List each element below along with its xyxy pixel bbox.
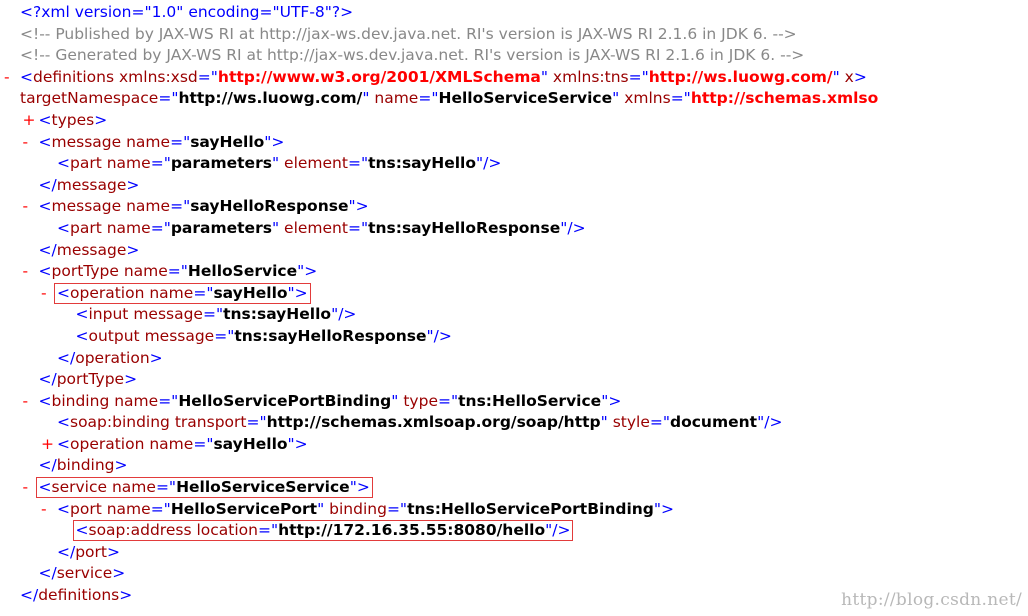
xml-line: - <message name="sayHello"> (0, 132, 1028, 154)
xml-line: targetNamespace="http://ws.luowg.com/" n… (0, 88, 1028, 110)
xml-line: </port> (0, 542, 1028, 564)
collapse-toggle[interactable]: - (23, 261, 29, 283)
xml-declaration: <?xml version="1.0" encoding="UTF-8"?> (20, 3, 354, 21)
xml-line: <input message="tns:sayHello"/> (0, 304, 1028, 326)
xml-line: <output message="tns:sayHelloResponse"/> (0, 326, 1028, 348)
collapse-toggle[interactable]: - (23, 391, 29, 413)
xml-line: <part name="parameters" element="tns:say… (0, 218, 1028, 240)
xml-line: - <definitions xmlns:xsd="http://www.w3.o… (0, 67, 1028, 89)
xml-line: + <types> (0, 110, 1028, 132)
xml-element: <binding name="HelloServicePortBinding" … (38, 391, 622, 410)
xml-line: + <operation name="sayHello"> (0, 434, 1028, 456)
xml-line: </message> (0, 175, 1028, 197)
xml-line: - <operation name="sayHello"> (0, 282, 1028, 305)
xml-element: <types> (38, 110, 108, 129)
collapse-toggle[interactable]: - (4, 67, 10, 89)
xml-close-tag: </operation> (57, 348, 163, 367)
watermark-text: http://blog.csdn.net/ (841, 590, 1022, 610)
xml-line: <soap:address location="http://172.16.35… (0, 520, 1028, 542)
collapse-toggle[interactable]: - (41, 283, 47, 305)
xml-close-tag: </binding> (38, 456, 128, 475)
xml-line: <part name="parameters" element="tns:say… (0, 153, 1028, 175)
xml-element: <service name="HelloServiceService"> (38, 478, 370, 497)
xml-element: <output message="tns:sayHelloResponse"/> (75, 326, 452, 345)
xml-line: </service> (0, 563, 1028, 585)
collapse-toggle[interactable]: - (23, 196, 29, 218)
xml-line: </operation> (0, 348, 1028, 370)
xml-element: <soap:address location="http://172.16.35… (75, 521, 571, 540)
xml-line: <!-- Generated by JAX-WS RI at http://ja… (0, 45, 1028, 67)
xml-element: <part name="parameters" element="tns:say… (57, 218, 586, 237)
xml-close-tag: </message> (38, 240, 140, 259)
xml-line: - <service name="HelloServiceService"> (0, 477, 1028, 499)
xml-line: - <port name="HelloServicePort" binding="… (0, 499, 1028, 521)
collapse-toggle[interactable]: - (41, 499, 47, 521)
xml-element: <operation name="sayHello"> (57, 434, 308, 453)
xml-close-tag: </service> (38, 564, 126, 583)
xml-line: <?xml version="1.0" encoding="UTF-8"?> (0, 2, 1028, 24)
xml-comment: <!-- Published by JAX-WS RI at http://ja… (20, 24, 797, 43)
xml-element: <definitions xmlns:xsd="http://www.w3.or… (20, 67, 867, 86)
xml-element: <portType name="HelloService"> (38, 262, 318, 281)
xml-element: <input message="tns:sayHello"/> (75, 305, 357, 324)
expand-toggle[interactable]: + (41, 434, 54, 456)
xml-tree-view: <?xml version="1.0" encoding="UTF-8"?> <!… (0, 2, 1028, 607)
xml-line: <soap:binding transport="http://schemas.… (0, 412, 1028, 434)
xml-line: <!-- Published by JAX-WS RI at http://ja… (0, 24, 1028, 46)
xml-element: <message name="sayHello"> (38, 132, 285, 151)
xml-close-tag: </message> (38, 175, 140, 194)
xml-line: - <binding name="HelloServicePortBinding"… (0, 391, 1028, 413)
xml-element: <soap:binding transport="http://schemas.… (57, 413, 783, 432)
xml-attr-continuation: targetNamespace="http://ws.luowg.com/" n… (20, 89, 879, 108)
xml-element: <message name="sayHelloResponse"> (38, 197, 369, 216)
xml-line: - <portType name="HelloService"> (0, 261, 1028, 283)
xml-element: <operation name="sayHello"> (57, 283, 308, 302)
collapse-toggle[interactable]: - (23, 477, 29, 499)
xml-element: <part name="parameters" element="tns:say… (57, 154, 502, 173)
xml-element: <port name="HelloServicePort" binding="t… (57, 499, 675, 518)
xml-close-tag: </port> (57, 542, 120, 561)
collapse-toggle[interactable]: - (23, 132, 29, 154)
xml-line: - <message name="sayHelloResponse"> (0, 196, 1028, 218)
xml-line: </binding> (0, 455, 1028, 477)
xml-close-tag: </definitions> (20, 586, 133, 605)
xml-comment: <!-- Generated by JAX-WS RI at http://ja… (20, 46, 805, 65)
xml-line: </message> (0, 240, 1028, 262)
xml-line: </portType> (0, 369, 1028, 391)
expand-toggle[interactable]: + (23, 110, 36, 132)
xml-close-tag: </portType> (38, 370, 138, 389)
